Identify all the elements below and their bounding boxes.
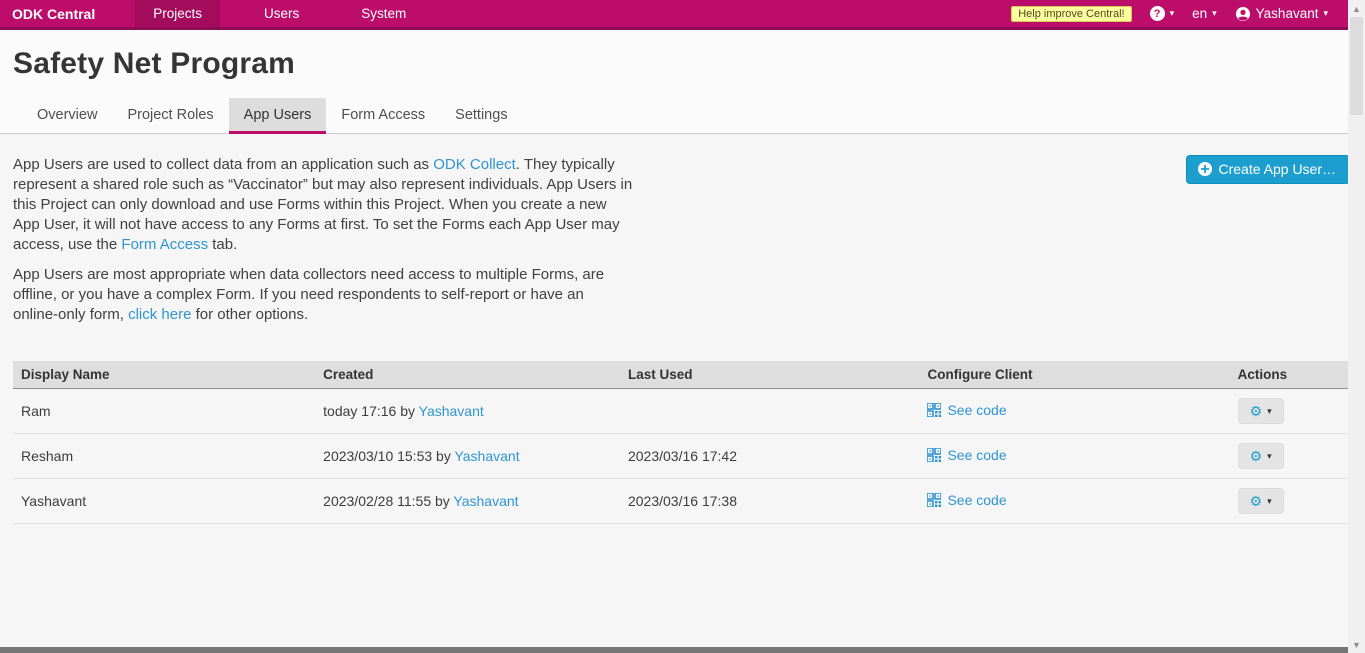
nav-item-users[interactable]: Users bbox=[246, 0, 317, 27]
intro-text-segment: for other options. bbox=[191, 306, 308, 323]
chevron-down-icon: ▾ bbox=[1267, 497, 1272, 506]
see-code-label: See code bbox=[947, 492, 1006, 508]
actions-cell: ⚙ ▾ bbox=[1230, 389, 1350, 434]
scroll-down-arrow-icon[interactable]: ▼ bbox=[1348, 636, 1365, 653]
table-header-row: Display Name Created Last Used Configure… bbox=[13, 361, 1350, 389]
form-access-link[interactable]: Form Access bbox=[121, 236, 208, 253]
tab-form-access[interactable]: Form Access bbox=[326, 98, 440, 134]
table-row: Resham 2023/03/10 15:53 by Yashavant 202… bbox=[13, 434, 1350, 479]
qr-code-icon bbox=[927, 493, 941, 507]
chevron-down-icon: ▾ bbox=[1323, 9, 1328, 18]
display-name-cell: Yashavant bbox=[13, 479, 315, 524]
app-users-panel: App Users are used to collect data from … bbox=[0, 134, 1365, 524]
chevron-down-icon: ▾ bbox=[1170, 9, 1175, 18]
last-used-cell bbox=[620, 389, 919, 434]
odk-collect-link[interactable]: ODK Collect bbox=[433, 156, 516, 173]
top-navbar: ODK Central Projects Users System Help i… bbox=[0, 0, 1365, 30]
help-icon: ? bbox=[1150, 6, 1165, 21]
intro-text-segment: App Users are most appropriate when data… bbox=[13, 266, 604, 323]
nav-item-system[interactable]: System bbox=[343, 0, 424, 27]
intro-text-segment: tab. bbox=[208, 236, 237, 253]
last-used-cell: 2023/03/16 17:42 bbox=[620, 434, 919, 479]
qr-code-icon bbox=[927, 448, 941, 462]
intro-paragraph-1: App Users are used to collect data from … bbox=[13, 155, 633, 255]
language-dropdown[interactable]: en ▾ bbox=[1192, 6, 1217, 21]
see-code-link[interactable]: See code bbox=[927, 402, 1006, 418]
help-improve-banner[interactable]: Help improve Central! bbox=[1011, 6, 1131, 22]
click-here-link[interactable]: click here bbox=[128, 306, 191, 323]
created-cell: 2023/03/10 15:53 by Yashavant bbox=[315, 434, 620, 479]
nav-items: Projects Users System bbox=[135, 0, 450, 27]
created-text: 2023/03/10 15:53 by bbox=[323, 448, 454, 464]
created-text: today 17:16 by bbox=[323, 403, 418, 419]
user-dropdown[interactable]: Yashavant ▾ bbox=[1235, 6, 1328, 22]
project-tabs: Overview Project Roles App Users Form Ac… bbox=[13, 98, 1365, 133]
vertical-scrollbar[interactable]: ▲ ▼ bbox=[1348, 0, 1365, 653]
last-used-cell: 2023/03/16 17:38 bbox=[620, 479, 919, 524]
scrollbar-thumb[interactable] bbox=[1350, 17, 1363, 115]
help-dropdown[interactable]: ? ▾ bbox=[1150, 6, 1175, 21]
app-window: ODK Central Projects Users System Help i… bbox=[0, 0, 1365, 653]
actions-cell: ⚙ ▾ bbox=[1230, 434, 1350, 479]
row-actions-dropdown-button[interactable]: ⚙ ▾ bbox=[1238, 488, 1284, 514]
column-last-used: Last Used bbox=[620, 361, 919, 389]
table-row: Yashavant 2023/02/28 11:55 by Yashavant … bbox=[13, 479, 1350, 524]
user-name-label: Yashavant bbox=[1256, 6, 1319, 21]
see-code-label: See code bbox=[947, 402, 1006, 418]
intro-text: App Users are used to collect data from … bbox=[13, 155, 633, 335]
created-by-link[interactable]: Yashavant bbox=[419, 403, 484, 419]
intro-text-segment: App Users are used to collect data from … bbox=[13, 156, 433, 173]
intro-row: App Users are used to collect data from … bbox=[13, 155, 1350, 335]
tab-settings[interactable]: Settings bbox=[440, 98, 522, 134]
display-name-cell: Ram bbox=[13, 389, 315, 434]
column-created: Created bbox=[315, 361, 620, 389]
created-by-link[interactable]: Yashavant bbox=[454, 448, 519, 464]
gear-icon: ⚙ bbox=[1250, 494, 1263, 508]
configure-client-cell: See code bbox=[919, 434, 1229, 479]
window-bottom-edge bbox=[0, 647, 1348, 653]
create-app-user-label: Create App User… bbox=[1219, 161, 1337, 177]
create-app-user-button[interactable]: Create App User… bbox=[1186, 155, 1351, 184]
gear-icon: ⚙ bbox=[1250, 449, 1263, 463]
see-code-link[interactable]: See code bbox=[927, 492, 1006, 508]
page-title: Safety Net Program bbox=[13, 30, 1365, 81]
see-code-link[interactable]: See code bbox=[927, 447, 1006, 463]
actions-cell: ⚙ ▾ bbox=[1230, 479, 1350, 524]
app-users-table: Display Name Created Last Used Configure… bbox=[13, 361, 1350, 524]
scroll-up-arrow-icon[interactable]: ▲ bbox=[1348, 0, 1365, 17]
nav-item-projects[interactable]: Projects bbox=[135, 0, 220, 27]
configure-client-cell: See code bbox=[919, 479, 1229, 524]
plus-circle-icon bbox=[1198, 162, 1212, 176]
display-name-cell: Resham bbox=[13, 434, 315, 479]
brand-odk-central[interactable]: ODK Central bbox=[0, 0, 107, 27]
created-cell: today 17:16 by Yashavant bbox=[315, 389, 620, 434]
language-label: en bbox=[1192, 6, 1207, 21]
column-configure-client: Configure Client bbox=[919, 361, 1229, 389]
column-actions: Actions bbox=[1230, 361, 1350, 389]
created-by-link[interactable]: Yashavant bbox=[453, 493, 518, 509]
user-account-icon bbox=[1235, 6, 1251, 22]
chevron-down-icon: ▾ bbox=[1267, 452, 1272, 461]
configure-client-cell: See code bbox=[919, 389, 1229, 434]
tab-app-users[interactable]: App Users bbox=[229, 98, 327, 134]
gear-icon: ⚙ bbox=[1250, 404, 1263, 418]
created-text: 2023/02/28 11:55 by bbox=[323, 493, 453, 509]
page-head: Safety Net Program Overview Project Role… bbox=[0, 30, 1365, 134]
column-display-name: Display Name bbox=[13, 361, 315, 389]
tab-project-roles[interactable]: Project Roles bbox=[112, 98, 228, 134]
tab-overview[interactable]: Overview bbox=[22, 98, 112, 134]
chevron-down-icon: ▾ bbox=[1267, 407, 1272, 416]
qr-code-icon bbox=[927, 403, 941, 417]
intro-paragraph-2: App Users are most appropriate when data… bbox=[13, 265, 633, 325]
created-cell: 2023/02/28 11:55 by Yashavant bbox=[315, 479, 620, 524]
table-row: Ram today 17:16 by Yashavant bbox=[13, 389, 1350, 434]
row-actions-dropdown-button[interactable]: ⚙ ▾ bbox=[1238, 443, 1284, 469]
row-actions-dropdown-button[interactable]: ⚙ ▾ bbox=[1238, 398, 1284, 424]
see-code-label: See code bbox=[947, 447, 1006, 463]
chevron-down-icon: ▾ bbox=[1212, 9, 1217, 18]
navbar-right: Help improve Central! ? ▾ en ▾ Yashavant bbox=[1011, 0, 1328, 27]
